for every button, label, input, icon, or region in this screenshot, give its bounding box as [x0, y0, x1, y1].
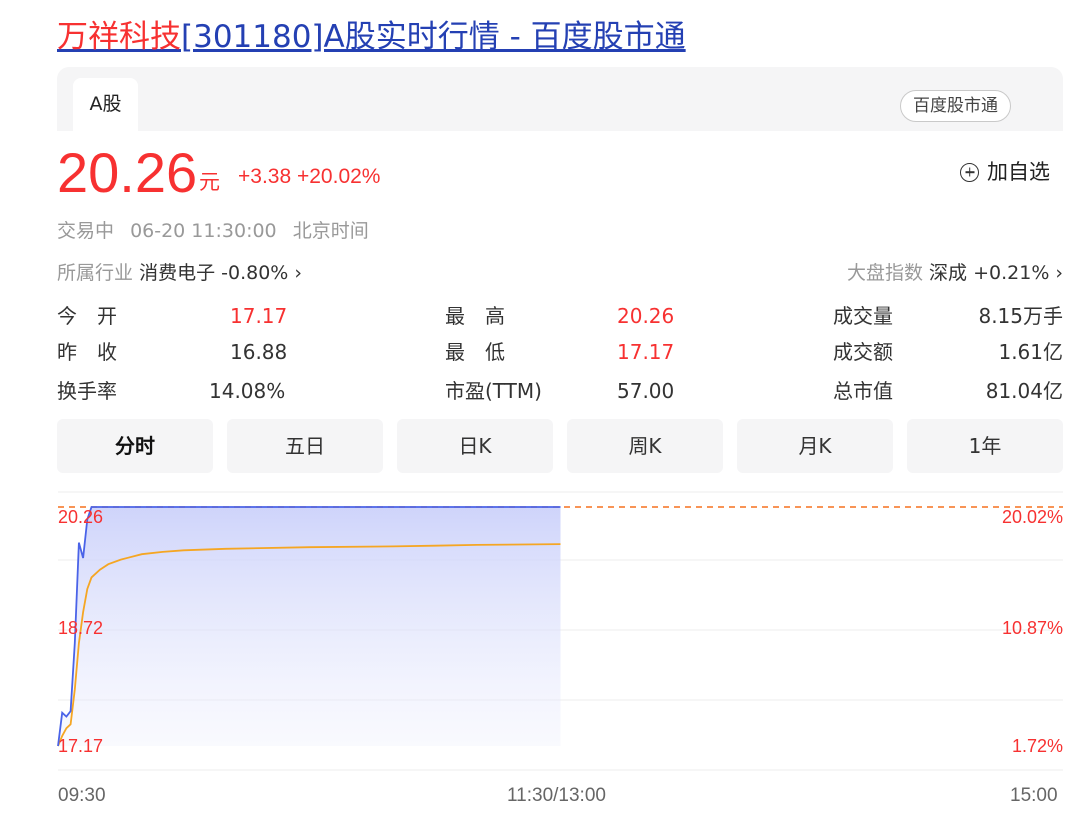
price-area-fill [58, 507, 561, 746]
pct-axis-label-low: 1.72% [1011, 736, 1063, 756]
price-axis-label-low: 17.17 [58, 736, 104, 756]
price-axis-label-mid: 18.72 [58, 618, 104, 638]
time-axis-label-close: 15:00 [1010, 785, 1058, 806]
price-axis-label-high: 20.26 [58, 507, 104, 527]
intraday-chart[interactable] [0, 0, 1080, 821]
pct-axis-label-mid: 10.87% [1001, 618, 1063, 638]
time-axis-label-midday: 11:30/13:00 [507, 785, 606, 806]
pct-axis-label-high: 20.02% [1001, 507, 1063, 527]
time-axis-label-open: 09:30 [58, 785, 106, 806]
